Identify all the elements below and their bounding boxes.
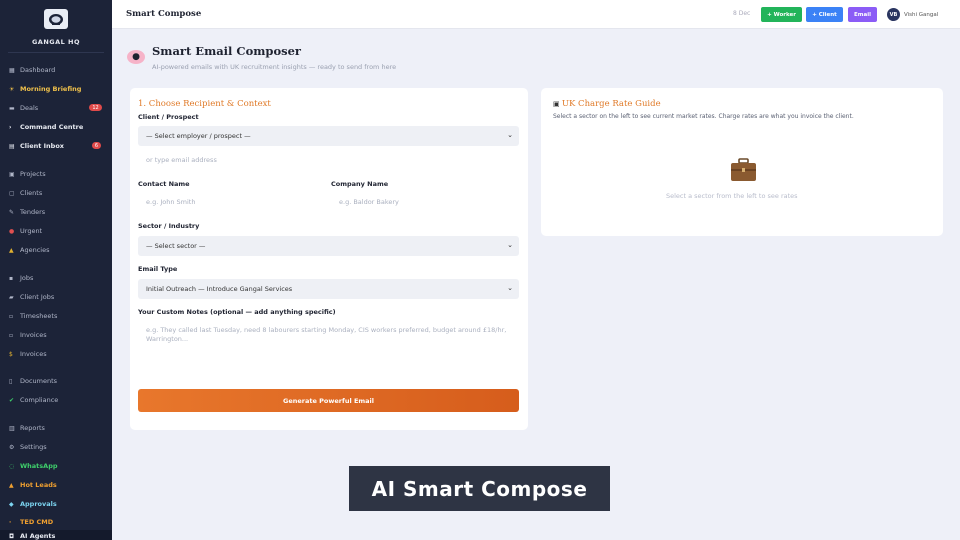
sidebar-item-approvals[interactable]: ◆ Approvals [9,500,57,508]
chevron-down-icon: ⌄ [507,241,513,249]
email-type-select[interactable]: Initial Outreach — Introduce Gangal Serv… [138,279,519,299]
grid-icon: ▦ [9,66,15,74]
folder-icon: ▣ [9,170,15,178]
sidebar-item-client-jobs[interactable]: ▰ Client Jobs [9,293,54,301]
contact-name-label: Contact Name [138,180,190,188]
briefcase-icon: ▪ [9,274,14,282]
sun-icon: ☀ [9,85,15,93]
sidebar-divider [8,52,104,53]
sidebar: GANGAL HQ ▦ Dashboard ☀ Morning Briefing ▬… [0,0,112,540]
email-type-label: Email Type [138,265,178,273]
sidebar-item-morning-briefing[interactable]: ☀ Morning Briefing [9,85,81,93]
user-name: Vishi Gangal [904,11,939,18]
sidebar-item-timesheets[interactable]: ▫ Timesheets [9,312,57,320]
client-select[interactable]: — Select employer / prospect — ⌄ [138,126,519,146]
inbox-badge: 6 [92,142,101,149]
report-icon: ▥ [9,424,15,432]
sidebar-item-ai-agents[interactable]: ◘ AI Agents [9,532,55,540]
brain-icon: ● [127,50,145,64]
sidebar-item-agencies[interactable]: ▲ Agencies [9,246,49,254]
gear-icon: ⚙ [9,443,15,451]
sidebar-item-whatsapp[interactable]: ◌ WhatsApp [9,462,58,470]
rate-guide-title: ▣ UK Charge Rate Guide [553,99,661,109]
page-subtitle: AI-powered emails with UK recruitment in… [152,63,397,71]
email-type-select-value: Initial Outreach — Introduce Gangal Serv… [146,285,293,293]
document-icon: ▯ [9,377,13,385]
sidebar-item-settings[interactable]: ⚙ Settings [9,443,47,451]
timesheet-icon: ▫ [9,312,14,320]
agency-icon: ▲ [9,246,14,254]
rate-guide-empty-state: Select a sector from the left to see rat… [666,192,798,200]
command-icon: › [9,123,12,131]
check-icon: ✔ [9,396,15,404]
sector-select[interactable]: — Select sector — ⌄ [138,236,519,256]
sidebar-item-projects[interactable]: ▣ Projects [9,170,46,178]
money-icon: $ [9,350,13,358]
tender-icon: ✎ [9,208,15,216]
rate-guide-description: Select a sector on the left to see curre… [553,113,854,120]
deals-badge: 12 [89,104,102,111]
chevron-down-icon: ⌄ [507,284,513,292]
sidebar-item-client-inbox[interactable]: ▤ Client Inbox [9,142,64,150]
sector-select-value: — Select sector — [146,242,206,250]
form-section-title: 1. Choose Recipient & Context [138,99,271,109]
sidebar-item-tenders[interactable]: ✎ Tenders [9,208,45,216]
chevron-down-icon: ⌄ [507,131,513,139]
briefcase-icon [730,158,757,182]
company-name-label: Company Name [331,180,389,188]
sidebar-item-ted-cmd[interactable]: · TED CMD [9,518,53,526]
ted-icon: · [9,518,12,526]
client-select-value: — Select employer / prospect — [146,132,251,140]
sidebar-item-jobs[interactable]: ▪ Jobs [9,274,33,282]
custom-notes-textarea[interactable]: e.g. They called last Tuesday, need 8 la… [146,326,514,344]
inbox-icon: ▤ [9,142,15,150]
client-jobs-icon: ▰ [9,293,14,301]
fire-icon: ▲ [9,481,14,489]
sidebar-item-invoices-2[interactable]: $ Invoices [9,350,47,358]
page-title: Smart Email Composer [152,44,301,58]
sidebar-item-compliance[interactable]: ✔ Compliance [9,396,58,404]
sector-label: Sector / Industry [138,222,200,230]
add-client-button[interactable]: + Client [806,7,843,22]
custom-notes-label: Your Custom Notes (optional — add anythi… [138,308,336,316]
sidebar-item-dashboard[interactable]: ▦ Dashboard [9,66,55,74]
whatsapp-icon: ◌ [9,462,15,470]
sidebar-item-invoices[interactable]: ▫ Invoices [9,331,47,339]
sidebar-item-deals[interactable]: ▬ Deals [9,104,38,112]
robot-icon: ◘ [9,532,15,540]
clients-icon: ▢ [9,189,15,197]
add-worker-button[interactable]: + Worker [761,7,802,22]
sidebar-item-hot-leads[interactable]: ▲ Hot Leads [9,481,57,489]
sidebar-item-clients[interactable]: ▢ Clients [9,189,42,197]
client-label: Client / Prospect [138,113,199,121]
sidebar-brand: GANGAL HQ [31,38,81,46]
topbar-title: Smart Compose [126,9,202,19]
email-input[interactable]: or type email address [146,156,217,164]
company-name-input[interactable]: e.g. Baldor Bakery [339,198,399,206]
sidebar-item-urgent[interactable]: ● Urgent [9,227,42,235]
user-menu[interactable]: VB Vishi Gangal [887,7,938,22]
gb-flag-icon: ▣ [553,100,562,108]
avatar: VB [887,8,900,21]
shield-logo-icon[interactable] [44,9,68,29]
sidebar-item-command-centre[interactable]: › Command Centre [9,123,83,131]
alert-icon: ● [9,227,15,235]
approval-icon: ◆ [9,500,14,508]
email-button[interactable]: Email [848,7,877,22]
sidebar-item-reports[interactable]: ▥ Reports [9,424,45,432]
deal-icon: ▬ [9,104,15,112]
invoice-icon: ▫ [9,331,14,339]
sidebar-item-documents[interactable]: ▯ Documents [9,377,57,385]
contact-name-input[interactable]: e.g. John Smith [146,198,195,206]
video-caption: AI Smart Compose [349,466,610,511]
top-bar: Smart Compose 8 Dec + Worker + Client Em… [112,0,960,29]
generate-email-button[interactable]: Generate Powerful Email [138,389,519,412]
topbar-date: 8 Dec [733,10,751,17]
